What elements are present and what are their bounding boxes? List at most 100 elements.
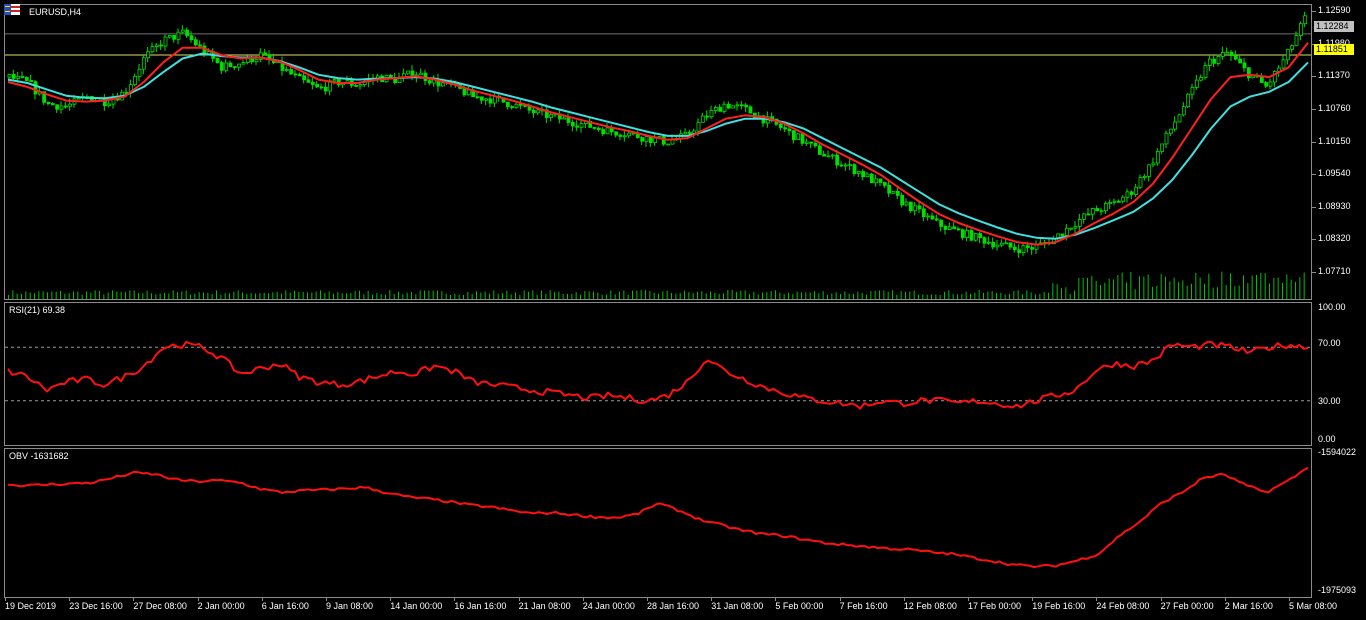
candle-body	[1229, 51, 1234, 56]
candle-body	[419, 72, 424, 76]
candle-body	[813, 142, 818, 147]
volume-bar	[259, 293, 261, 299]
candle-body	[475, 96, 480, 99]
volume-bar	[172, 290, 174, 299]
volume-bar	[190, 294, 191, 299]
volume-bar	[1182, 280, 1184, 299]
candle-body	[1060, 233, 1065, 237]
candle-body	[1099, 210, 1104, 213]
volume-bar	[532, 290, 534, 299]
volume-bar	[281, 293, 282, 299]
candle-body	[332, 79, 337, 82]
volume-bar	[1108, 278, 1110, 299]
candle-body	[869, 173, 874, 184]
volume-bar	[268, 293, 269, 299]
volume-bar	[1078, 278, 1080, 299]
candle-body	[1030, 247, 1035, 250]
volume-bar	[263, 292, 265, 299]
volume-bar	[645, 290, 646, 299]
candle-body	[865, 173, 870, 178]
flag-icon	[4, 4, 20, 15]
volume-bar	[1069, 294, 1071, 299]
volume-bar	[328, 291, 330, 299]
obv-line[interactable]	[7, 466, 1309, 569]
candle-body	[1077, 218, 1082, 227]
volume-bar	[740, 290, 742, 299]
candle-body	[219, 62, 224, 71]
volume-bar	[415, 294, 417, 299]
candle-body	[817, 145, 822, 155]
volume-bar	[146, 290, 148, 299]
axis-tick	[1312, 141, 1316, 143]
candle-body	[843, 164, 848, 167]
volume-bar	[441, 291, 443, 299]
volume-bar	[411, 292, 412, 299]
volume-bar	[1100, 285, 1101, 299]
candle-body	[726, 103, 731, 109]
candle-body	[1073, 225, 1078, 229]
axis-tick	[1312, 272, 1316, 273]
volume-bar	[1204, 283, 1205, 299]
candle-body	[68, 103, 73, 107]
obv-pane[interactable]: OBV -1631682	[4, 448, 1312, 598]
time-axis-tick	[903, 597, 905, 601]
volume-bar	[363, 294, 365, 299]
volume-bar	[64, 293, 66, 299]
candle-body	[1017, 249, 1022, 253]
obv-axis-label: -1975093	[1318, 585, 1357, 595]
volume-bar	[519, 294, 521, 299]
volume-bar	[1238, 285, 1240, 299]
slow-ma-line[interactable]	[7, 52, 1309, 240]
volume-bar	[627, 294, 629, 299]
time-axis-tick	[647, 597, 648, 601]
volume-bar	[346, 293, 347, 299]
candle-body	[232, 66, 237, 68]
volume-bar	[489, 293, 490, 299]
candle-body	[1173, 121, 1178, 130]
candle-body	[618, 134, 623, 137]
volume-bar	[463, 294, 464, 299]
volume-bar	[437, 290, 438, 299]
obv-canvas[interactable]	[5, 449, 1312, 598]
candle-body	[180, 29, 185, 33]
volume-bar	[705, 293, 707, 299]
volume-bar	[727, 290, 729, 299]
volume-bar	[198, 292, 200, 299]
volume-bar	[779, 292, 781, 299]
volume-bar	[1191, 283, 1192, 299]
volume-bar	[649, 291, 651, 299]
time-axis-label: 2 Mar 16:00	[1224, 601, 1273, 611]
candle-body	[1142, 176, 1147, 178]
candle-body	[107, 103, 112, 107]
volume-bar	[870, 291, 872, 299]
candle-body	[744, 104, 749, 108]
fast-ma-line[interactable]	[7, 42, 1309, 246]
candle-body	[1168, 128, 1173, 134]
volume-bar	[1199, 277, 1201, 299]
volume-bar	[978, 290, 980, 299]
time-axis-tick	[454, 597, 456, 601]
time-axis-label: 5 Feb 00:00	[775, 601, 824, 611]
candle-body	[908, 201, 913, 212]
volume-bar	[601, 294, 603, 299]
volume-bar	[1104, 282, 1106, 299]
volume-bar	[138, 293, 139, 299]
volume-bar	[1074, 290, 1075, 299]
candle-body	[969, 230, 974, 241]
time-axis-label: 9 Jan 08:00	[326, 601, 374, 611]
price-chart-canvas[interactable]	[5, 5, 1312, 300]
volume-bar	[614, 294, 616, 299]
volume-bar	[29, 292, 31, 299]
candle-body	[748, 106, 753, 114]
rsi-line[interactable]	[7, 340, 1309, 410]
volume-bar	[1195, 272, 1197, 299]
rsi-canvas[interactable]	[5, 303, 1312, 446]
time-axis-tick	[1096, 597, 1098, 601]
price-chart-pane[interactable]: EURUSD,H4	[4, 4, 1312, 300]
candle-body	[297, 73, 302, 77]
volume-bar	[389, 290, 391, 299]
candle-body	[822, 154, 827, 157]
volume-bar	[753, 291, 755, 299]
volume-bar	[822, 291, 824, 299]
rsi-pane[interactable]: RSI(21) 69.38	[4, 302, 1312, 446]
